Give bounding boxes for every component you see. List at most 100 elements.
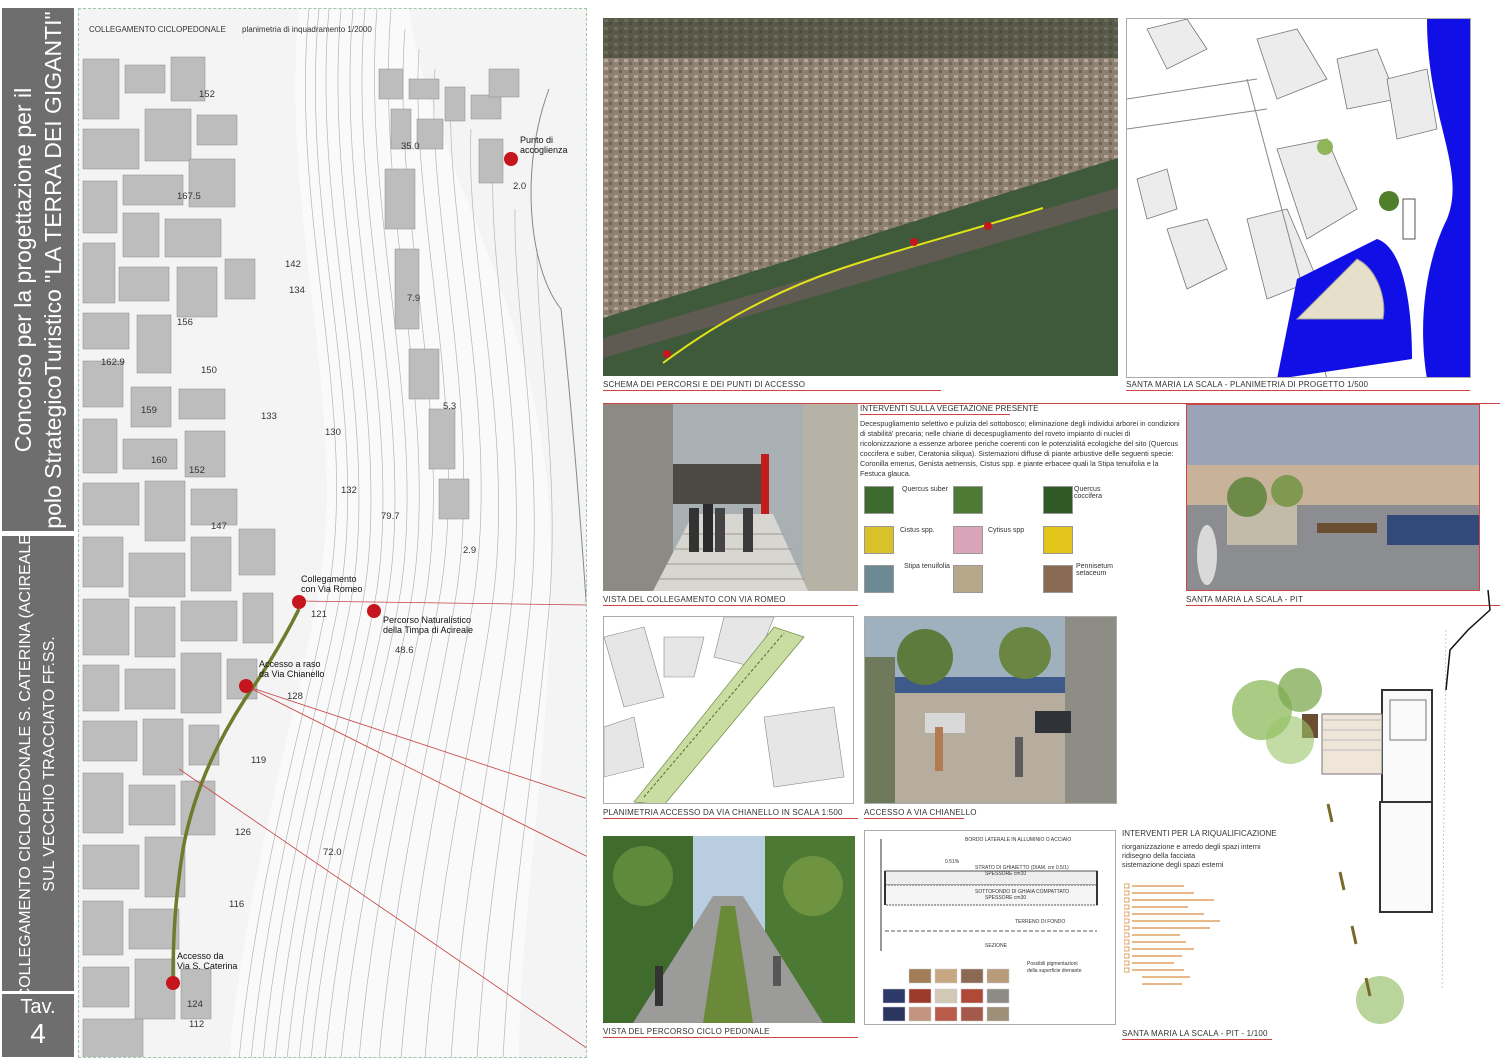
plant-name: Quercus coccifera bbox=[1074, 486, 1103, 500]
chianello-plan bbox=[603, 616, 854, 804]
pin-via-chianello bbox=[239, 679, 253, 693]
map-heading: COLLEGAMENTO CICLOPEDONALE planimetria d… bbox=[89, 25, 372, 34]
vegetation-description: Decespugliamento selettivo e pulizia del… bbox=[860, 419, 1180, 478]
elevation-label: 79.7 bbox=[381, 511, 400, 522]
road-section-detail: BORDO LATERALE IN ALLUMINIO O ACCIAIO 0.… bbox=[864, 830, 1116, 1025]
elevation-label: 150 bbox=[201, 365, 217, 376]
percorso-render bbox=[603, 836, 855, 1023]
elevation-label: 2.0 bbox=[513, 181, 526, 192]
santa-maria-plan-drawing bbox=[1127, 19, 1470, 377]
caption-percorso: VISTA DEL PERCORSO CICLO PEDONALE bbox=[603, 1027, 770, 1036]
plant-thumbnail-genista bbox=[1043, 526, 1073, 554]
table-number-box: Tav. 4 bbox=[2, 994, 74, 1057]
chianello-access-photo bbox=[864, 616, 1117, 804]
site-plan-map: Punto di accoglienza Collegamento con Vi… bbox=[78, 8, 587, 1058]
elevation-label: 147 bbox=[211, 521, 227, 532]
elevation-label: 119 bbox=[251, 755, 266, 766]
elevation-label: 152 bbox=[199, 89, 215, 100]
caption-underline bbox=[603, 390, 941, 391]
vegetation-title: INTERVENTI SULLA VEGETAZIONE PRESENTE bbox=[860, 404, 1039, 413]
elevation-label: 152 bbox=[189, 465, 205, 476]
plant-name: Cytisus spp bbox=[988, 527, 1025, 534]
aerial-photo bbox=[603, 18, 1118, 376]
pit-floor-plan-drawing bbox=[1232, 589, 1491, 1024]
map-heading-title: COLLEGAMENTO CICLOPEDONALE bbox=[89, 25, 226, 34]
caption-underline bbox=[1126, 390, 1470, 391]
section-note-spessore-2: SPESSORE cm30 bbox=[985, 895, 1026, 901]
elevation-label: 5.3 bbox=[443, 401, 456, 412]
elevation-label: 128 bbox=[287, 691, 303, 702]
elevation-label: 2.9 bbox=[463, 545, 476, 556]
plant-thumbnail-quercus-coccifera bbox=[953, 486, 983, 514]
via-romeo-image bbox=[603, 404, 858, 591]
caption-underline bbox=[1122, 1039, 1272, 1040]
label-chianello-2: da Via Chianello bbox=[259, 669, 324, 679]
elevation-label: 160 bbox=[151, 455, 167, 466]
elevation-label: 133 bbox=[261, 411, 277, 422]
percorso-image bbox=[603, 836, 855, 1023]
label-naturalistico-1: Percorso Naturalistico bbox=[383, 615, 471, 625]
label-romeo-2: con Via Romeo bbox=[301, 584, 362, 594]
pin-percorso-naturalistico bbox=[367, 604, 381, 618]
plant-name: Stipa tenuifolia bbox=[904, 563, 950, 570]
label-caterina-2: Via S. Caterina bbox=[177, 961, 237, 971]
via-romeo-photo bbox=[603, 404, 858, 591]
plant-thumbnail-pennisetum bbox=[1043, 565, 1073, 593]
santa-maria-plan bbox=[1126, 18, 1471, 378]
map-heading-scale: planimetria di inquadramento 1/2000 bbox=[242, 25, 372, 34]
label-accoglienza-1: Punto di bbox=[520, 135, 553, 145]
elevation-label: 142 bbox=[285, 259, 301, 270]
plant-thumbnail-festuca bbox=[864, 565, 894, 593]
plant-name: Quercus suber bbox=[902, 486, 948, 493]
elevation-label: 112 bbox=[189, 1019, 204, 1030]
elevation-label: 134 bbox=[289, 285, 305, 296]
caption-underline bbox=[603, 818, 858, 819]
caption-chianello-plan: PLANIMETRIA ACCESSO DA VIA CHIANELLO in … bbox=[603, 808, 843, 817]
label-accoglienza-2: accoglienza bbox=[520, 145, 568, 155]
pin-via-santa-caterina bbox=[166, 976, 180, 990]
sidebar-subtitle-line1: COLLEGAMENTO CICLOPEDONALE S. CATERINA (… bbox=[17, 536, 34, 991]
pin-via-romeo bbox=[292, 595, 306, 609]
caption-santa-maria-plan: SANTA MARIA LA SCALA - PLANIMETRIA DI PR… bbox=[1126, 380, 1369, 389]
label-romeo-1: Collegamento bbox=[301, 574, 357, 584]
pigment-note-1: Possibili pigmentazioni bbox=[1027, 961, 1078, 967]
section-note-bordo: BORDO LATERALE IN ALLUMINIO O ACCIAIO bbox=[965, 837, 1071, 843]
plant-thumbnail-cytisus bbox=[953, 526, 983, 554]
label-caterina-1: Accesso da bbox=[177, 951, 224, 961]
chianello-plan-drawing bbox=[604, 617, 845, 803]
elevation-label: 126 bbox=[235, 827, 251, 838]
plant-thumbnail-cistus bbox=[864, 526, 894, 554]
caption-underline bbox=[603, 605, 858, 606]
sidebar-title-line2: polo StrategicoTuristico "LA TERRA DEI G… bbox=[40, 10, 66, 529]
tav-number: 4 bbox=[30, 1018, 46, 1049]
caption-underline bbox=[603, 1037, 858, 1038]
elevation-label: 124 bbox=[187, 999, 203, 1010]
elevation-label: 132 bbox=[341, 485, 357, 496]
sidebar-subtitle-band: COLLEGAMENTO CICLOPEDONALE S. CATERINA (… bbox=[2, 536, 74, 991]
elevation-label: 72.0 bbox=[323, 847, 342, 858]
sidebar-title-band: Concorso per la progettazione per il pol… bbox=[2, 8, 74, 531]
pin-accoglienza bbox=[504, 152, 518, 166]
sidebar-title-line1: Concorso per la progettazione per il bbox=[10, 87, 36, 452]
section-label: SEZIONE bbox=[985, 943, 1008, 949]
chianello-access-image bbox=[865, 617, 1116, 803]
site-plan-drawing: Punto di accoglienza Collegamento con Vi… bbox=[82, 9, 586, 1057]
elevation-label: 48.6 bbox=[395, 645, 414, 656]
label-chianello-1: Accesso a raso bbox=[259, 659, 321, 669]
pit-floor-plan bbox=[1210, 589, 1500, 1030]
road-section-drawing: BORDO LATERALE IN ALLUMINIO O ACCIAIO 0.… bbox=[880, 837, 1098, 1022]
section-note-spessore: SPESSORE cm10 bbox=[985, 871, 1026, 877]
santa-maria-pit-image bbox=[1187, 405, 1479, 590]
plant-name: Pennisetum setaceum bbox=[1076, 563, 1113, 577]
caption-schema-percorsi: SCHEMA DEI PERCORSI E DEI PUNTI DI ACCES… bbox=[603, 380, 806, 389]
elevation-label: 116 bbox=[229, 899, 244, 910]
elevation-label: 7.9 bbox=[407, 293, 420, 304]
elevation-label: 35.0 bbox=[401, 141, 420, 152]
plant-thumbnail-stipa bbox=[953, 565, 983, 593]
elevation-label: 130 bbox=[325, 427, 341, 438]
sidebar-subtitle-line2: SUL VECCHIO TRACCIATO FF.SS. bbox=[41, 635, 58, 892]
elevation-label: 159 bbox=[141, 405, 157, 416]
elevation-label: 121 bbox=[311, 609, 327, 620]
label-naturalistico-2: della Timpa di Acireale bbox=[383, 625, 473, 635]
elevation-label: 156 bbox=[177, 317, 193, 328]
